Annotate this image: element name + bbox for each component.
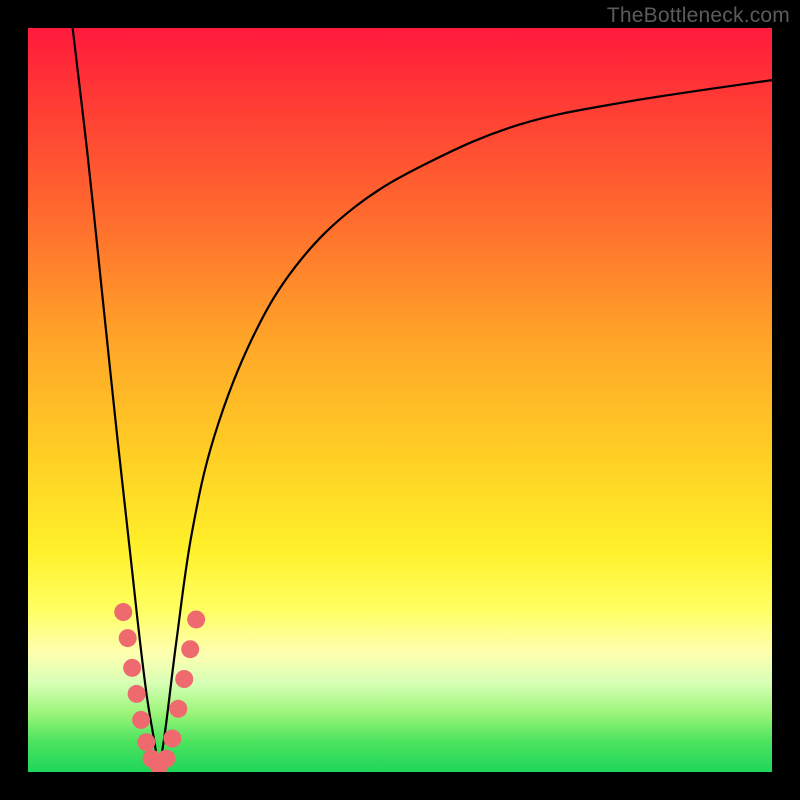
chart-frame: TheBottleneck.com xyxy=(0,0,800,800)
highlight-dot xyxy=(137,733,155,751)
highlight-dot xyxy=(132,711,150,729)
left-branch-curve xyxy=(73,28,159,772)
right-branch-curve xyxy=(159,80,772,772)
highlight-dot xyxy=(123,659,141,677)
highlight-dot xyxy=(163,730,181,748)
highlight-dot xyxy=(187,610,205,628)
highlight-dot xyxy=(169,700,187,718)
highlight-dot xyxy=(157,750,175,768)
highlight-dot xyxy=(175,670,193,688)
highlight-dots-layer xyxy=(114,603,205,772)
highlight-dot xyxy=(119,629,137,647)
highlight-dot xyxy=(128,685,146,703)
watermark-text: TheBottleneck.com xyxy=(607,4,790,28)
highlight-dot xyxy=(114,603,132,621)
curve-layer xyxy=(73,28,772,772)
plot-area xyxy=(28,28,772,772)
highlight-dot xyxy=(181,640,199,658)
chart-svg xyxy=(28,28,772,772)
